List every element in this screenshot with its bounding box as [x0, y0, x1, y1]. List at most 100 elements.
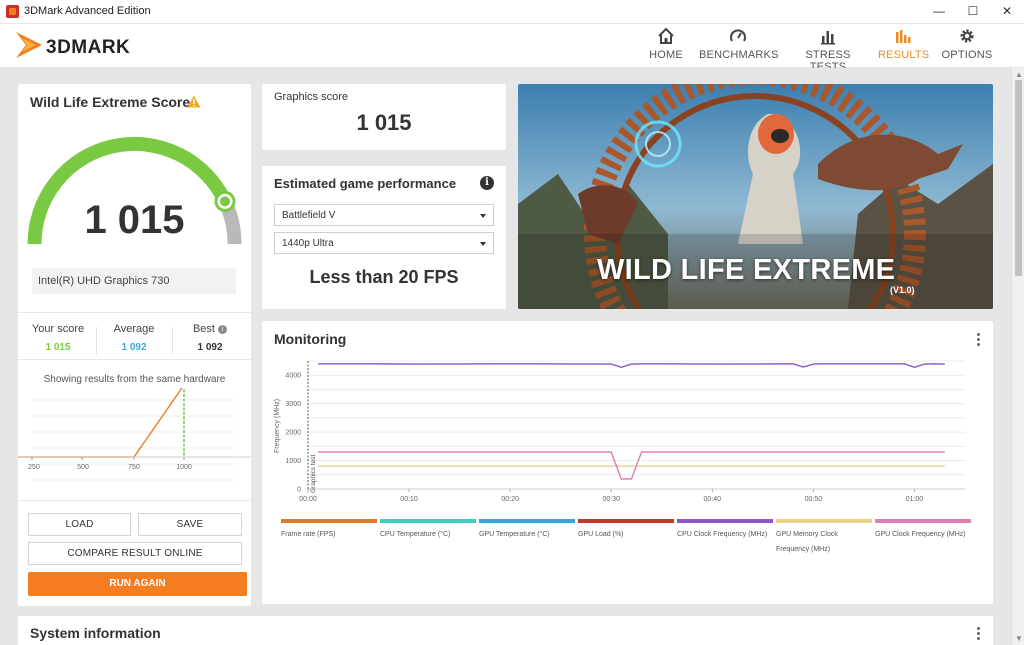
benchmark-version: (V1.0): [890, 285, 915, 295]
game-select[interactable]: Battlefield V: [274, 204, 494, 226]
x-tick-label: 00:00: [299, 496, 317, 503]
home-icon: [658, 27, 674, 44]
legend-swatch: [776, 519, 872, 523]
average-value: 1 092: [121, 342, 147, 353]
same-hardware-note: Showing results from the same hardware: [43, 374, 226, 385]
nav-results-label: RESULTS: [878, 49, 930, 61]
results-content: Wild Life Extreme Score 1 015 Intel(R) U…: [0, 68, 1011, 645]
average-label: Average: [113, 323, 155, 335]
graphics-score-label: Graphics score: [274, 91, 348, 103]
info-icon[interactable]: i: [480, 176, 494, 190]
system-info-card: System information: [18, 616, 993, 645]
minimize-button[interactable]: —: [922, 0, 956, 24]
results-icon: [896, 30, 911, 43]
maximize-button[interactable]: ☐: [956, 0, 990, 24]
legend-label: GPU Memory Clock Frequency (MHz): [776, 531, 838, 553]
game-select-value: Battlefield V: [282, 210, 336, 221]
x-tick-label: 00:50: [805, 496, 823, 503]
best-label-text: Best: [192, 323, 215, 335]
legend-swatch: [578, 519, 674, 523]
warning-icon[interactable]: [187, 95, 201, 108]
chart-ticks: 4000 3000 2000 1000 0 00:00 00:10 00:20 00:30 00:…: [285, 373, 923, 503]
legend-item[interactable]: Frame rate (FPS): [281, 519, 377, 542]
nav-options-label: OPTIONS: [941, 49, 993, 61]
legend-item[interactable]: CPU Clock Frequency (MHz): [677, 519, 773, 542]
your-score-label: Your score: [31, 323, 85, 335]
legend-item[interactable]: GPU Memory Clock Frequency (MHz): [776, 519, 872, 557]
legend-label: CPU Clock Frequency (MHz): [677, 531, 768, 538]
legend-item[interactable]: CPU Temperature (°C): [380, 519, 476, 542]
app-icon: [6, 5, 19, 18]
preset-select-value: 1440p Ultra: [282, 238, 334, 249]
y-tick-label: 0: [297, 487, 301, 494]
more-options-icon[interactable]: [977, 333, 981, 348]
y-axis-label: Frequency (MHz): [274, 399, 281, 453]
app-header: 3DMARK HOME BENCHMARKS STRESS TESTS RESU…: [0, 24, 1024, 73]
nav-home[interactable]: HOME: [644, 27, 688, 61]
more-options-icon[interactable]: [977, 627, 981, 642]
legend-swatch: [281, 519, 377, 523]
x-tick-label: 00:40: [704, 496, 722, 503]
legend-swatch: [479, 519, 575, 523]
hardware-name-box: Intel(R) UHD Graphics 730: [32, 268, 236, 294]
graphics-score-card: Graphics score 1 015: [262, 84, 506, 150]
chevron-down-icon: [480, 214, 486, 218]
legend-item[interactable]: GPU Clock Frequency (MHz): [875, 519, 971, 542]
your-score-col: Your score 1 015: [20, 323, 96, 353]
gauge-icon: [730, 29, 746, 42]
nav-results[interactable]: RESULTS: [878, 27, 930, 61]
legend-item[interactable]: GPU Load (%): [578, 519, 674, 542]
game-performance-card: Estimated game performance i Battlefield…: [262, 166, 506, 309]
bar-chart-icon: [821, 31, 835, 45]
main-score-value: 1 015: [84, 198, 185, 242]
legend-label: GPU Clock Frequency (MHz): [875, 531, 966, 538]
load-button[interactable]: LOAD: [28, 513, 131, 536]
benchmark-hero-image: WILD LIFE EXTREME (V1.0): [518, 84, 993, 309]
nav-stress-tests[interactable]: STRESS TESTS: [790, 27, 866, 73]
score-title: Wild Life Extreme Score: [30, 94, 191, 110]
chevron-down-icon: [480, 242, 486, 246]
y-tick-label: 3000: [285, 401, 301, 408]
benchmark-name: WILD LIFE EXTREME: [597, 254, 896, 286]
y-tick-label: 2000: [285, 430, 301, 437]
estimated-fps: Less than 20 FPS: [309, 267, 459, 287]
x-tick-label: 00:20: [501, 496, 519, 503]
save-button[interactable]: SAVE: [138, 513, 242, 536]
x-tick-label: 00:30: [602, 496, 620, 503]
run-again-button[interactable]: RUN AGAIN: [28, 572, 247, 596]
legend-swatch: [380, 519, 476, 523]
title-bar: 3DMark Advanced Edition — ☐ ✕: [0, 0, 1024, 24]
legend-swatch: [677, 519, 773, 523]
best-col: Best i 1 092: [172, 323, 248, 353]
gear-icon: [960, 29, 974, 43]
legend-label: CPU Temperature (°C): [380, 531, 451, 538]
legend-label: GPU Temperature (°C): [479, 531, 550, 538]
legend-label: GPU Load (%): [578, 531, 624, 538]
best-value: 1 092: [197, 342, 223, 353]
x-tick-label: 500: [77, 464, 89, 471]
info-icon[interactable]: i: [218, 325, 228, 334]
score-comparison: Your score 1 015 Average 1 092 Best i 1 …: [18, 312, 251, 360]
x-tick-label: 1000: [176, 464, 192, 471]
nav-home-label: HOME: [649, 49, 683, 61]
nav-benchmarks-label: BENCHMARKS: [699, 49, 779, 61]
average-col: Average 1 092: [96, 323, 172, 353]
logo: 3DMARK: [14, 28, 174, 62]
nav-options[interactable]: OPTIONS: [940, 27, 994, 61]
graphics-score-value: 1 015: [356, 110, 412, 135]
system-info-title: System information: [30, 625, 161, 641]
score-distribution-chart: 250 500 750 1000: [18, 388, 251, 481]
preset-select[interactable]: 1440p Ultra: [274, 232, 494, 254]
scroll-up-icon[interactable]: ▲: [1015, 70, 1023, 79]
legend-item[interactable]: GPU Temperature (°C): [479, 519, 575, 542]
close-button[interactable]: ✕: [990, 0, 1024, 24]
game-performance-title: Estimated game performance: [274, 176, 457, 191]
nav-benchmarks[interactable]: BENCHMARKS: [699, 27, 779, 61]
compare-online-button[interactable]: COMPARE RESULT ONLINE: [28, 542, 242, 565]
vertical-scrollbar[interactable]: ▲ ▼: [1011, 68, 1024, 645]
y-tick-label: 1000: [285, 458, 301, 465]
scroll-down-icon[interactable]: ▼: [1015, 634, 1023, 643]
scrollbar-thumb[interactable]: [1015, 80, 1022, 276]
your-score-value: 1 015: [45, 342, 71, 353]
logo-text: 3DMARK: [46, 37, 131, 58]
